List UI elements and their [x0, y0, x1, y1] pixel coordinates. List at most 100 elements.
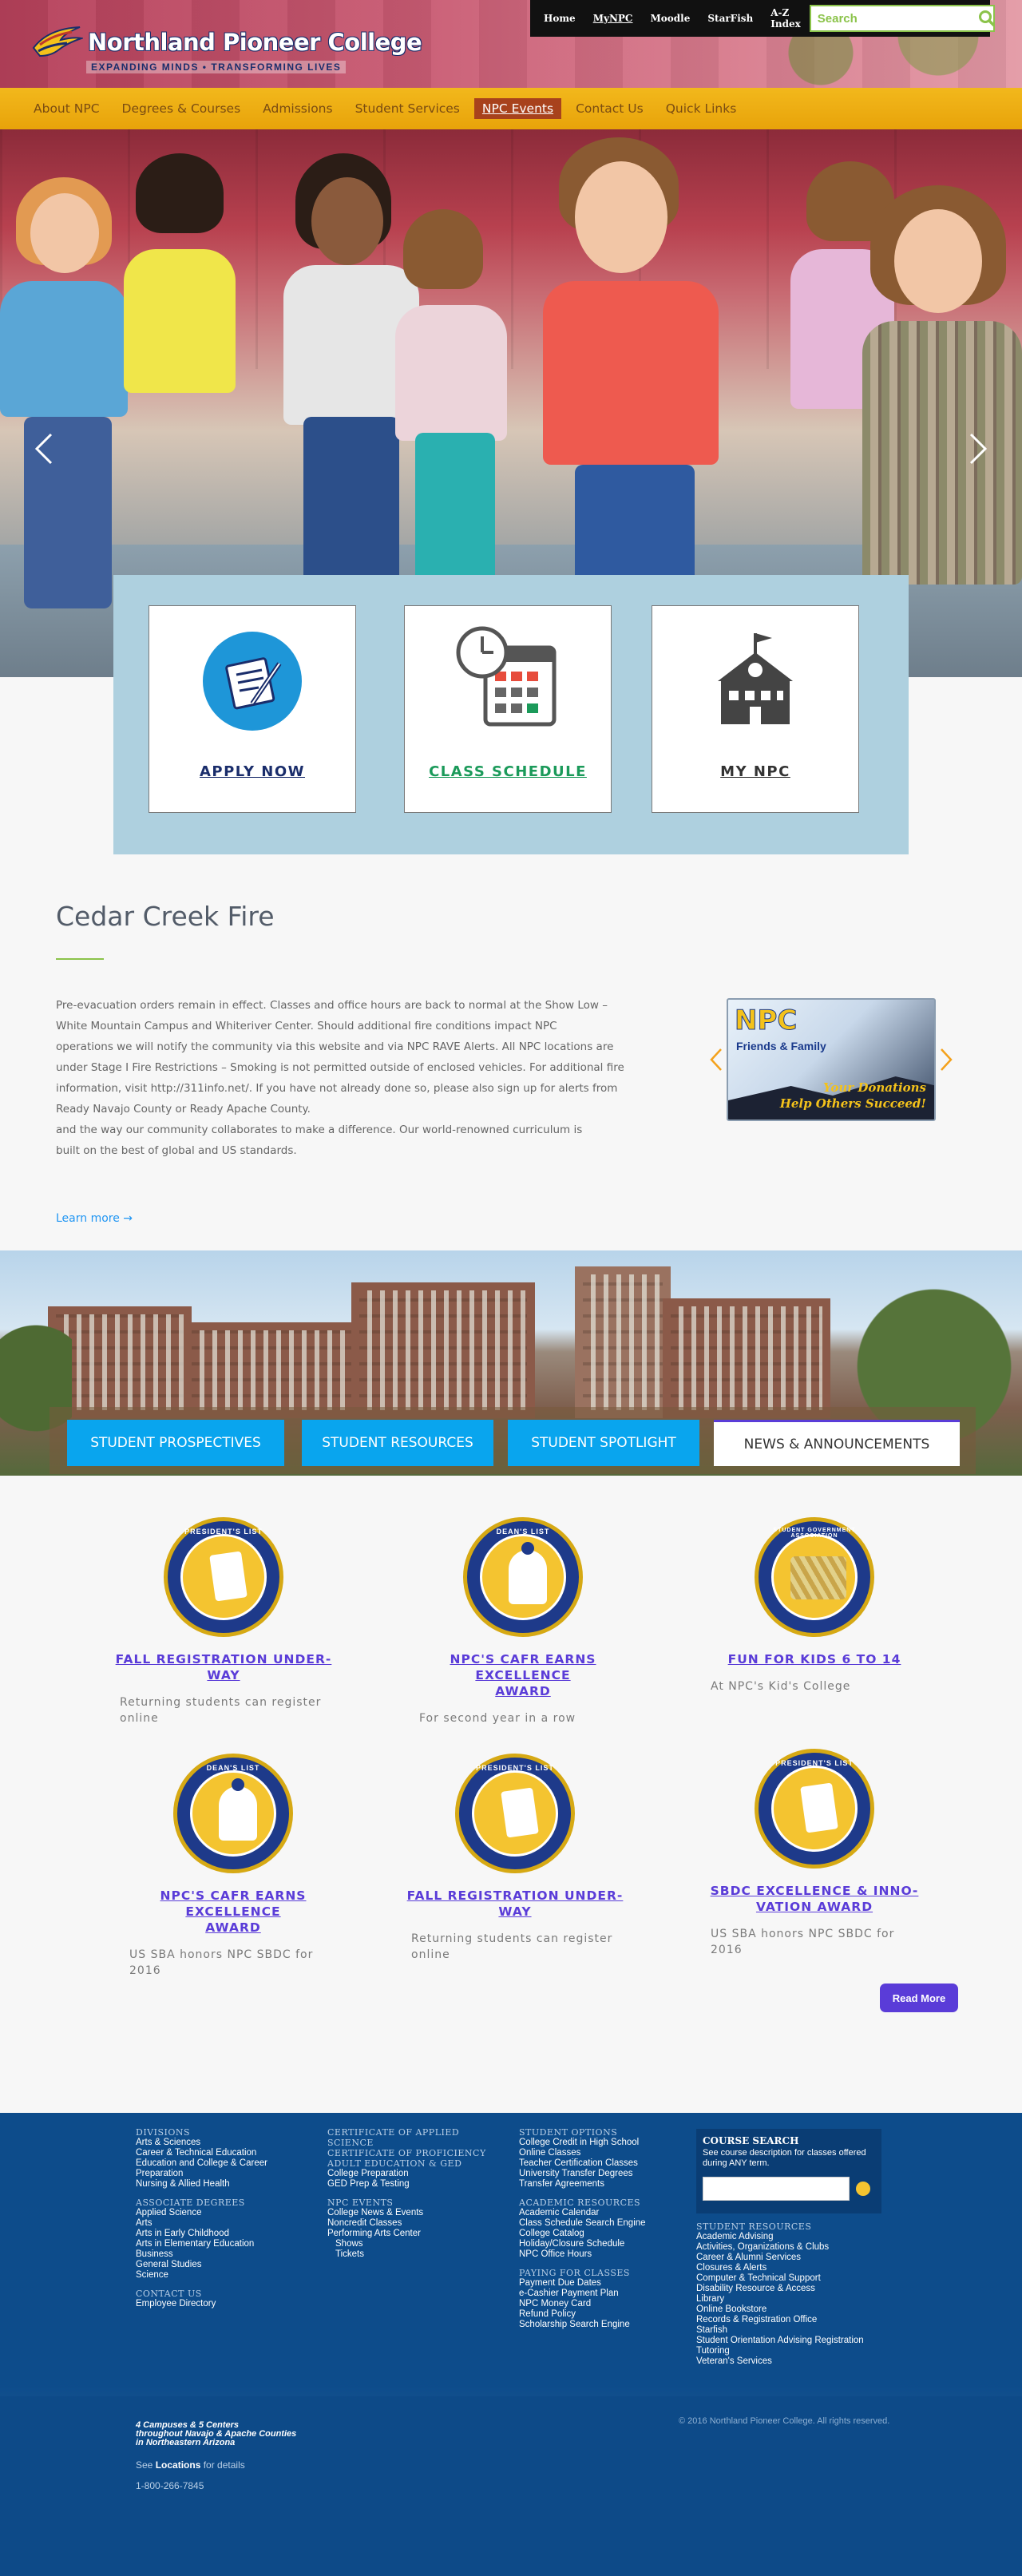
footer-link[interactable]: Class Schedule Search Engine: [519, 2218, 646, 2229]
news-item[interactable]: STUDENT GOVERNMENT ASSOCIATION FUN FOR K…: [703, 1517, 926, 1694]
class-schedule-card[interactable]: CLASS SCHEDULE: [404, 605, 612, 813]
footer-heading[interactable]: CONTACT US: [136, 2289, 267, 2299]
footer-heading[interactable]: CERTIFICATE OF APPLIED: [327, 2127, 486, 2138]
footer-link[interactable]: Veteran's Services: [696, 2356, 864, 2367]
apply-now-card[interactable]: APPLY NOW: [149, 605, 356, 813]
news-title[interactable]: NPC'S CAFR EARNS EXCELLENCE AWARD: [121, 1888, 345, 1936]
footer-heading[interactable]: ASSOCIATE DEGREES: [136, 2198, 267, 2208]
nav-about-npc[interactable]: About NPC: [26, 98, 108, 119]
footer-link[interactable]: College News & Events: [327, 2208, 486, 2218]
footer-link[interactable]: Arts in Early Childhood: [136, 2229, 267, 2239]
tab-student-spotlight[interactable]: STUDENT SPOTLIGHT: [508, 1420, 699, 1466]
nav-npc-events[interactable]: NPC Events: [473, 98, 562, 119]
read-more-button[interactable]: Read More: [880, 1984, 958, 2012]
my-npc-card[interactable]: MY NPC: [652, 605, 859, 813]
footer-link[interactable]: Arts & Sciences: [136, 2138, 267, 2148]
news-title[interactable]: FALL REGISTRATION UNDER- WAY: [403, 1888, 627, 1920]
footer-link[interactable]: Closures & Alerts: [696, 2263, 864, 2273]
footer-link[interactable]: Arts in Elementary Education: [136, 2239, 267, 2249]
footer-link[interactable]: Academic Advising: [696, 2232, 864, 2242]
footer-link[interactable]: Academic Calendar: [519, 2208, 646, 2218]
footer-link[interactable]: College Preparation: [327, 2169, 486, 2179]
footer-heading[interactable]: NPC EVENTS: [327, 2198, 486, 2208]
footer-link[interactable]: General Studies: [136, 2260, 267, 2270]
footer-link[interactable]: Scholarship Search Engine: [519, 2320, 646, 2330]
footer-link[interactable]: Teacher Certification Classes: [519, 2158, 646, 2169]
footer-link[interactable]: Holiday/Closure Schedule: [519, 2239, 646, 2249]
news-item[interactable]: DEAN'S LIST NPC'S CAFR EARNS EXCELLENCE …: [121, 1754, 345, 1979]
news-item[interactable]: PRESIDENT'S LIST SBDC EXCELLENCE & INNO-…: [703, 1749, 926, 1958]
footer-link[interactable]: Starfish: [696, 2325, 864, 2336]
top-link-starfish[interactable]: StarFish: [699, 13, 762, 24]
hero-prev-arrow-icon[interactable]: [32, 433, 56, 465]
footer-link[interactable]: Payment Due Dates: [519, 2278, 646, 2289]
nav-degrees-courses[interactable]: Degrees & Courses: [114, 98, 249, 119]
news-title[interactable]: FUN FOR KIDS 6 TO 14: [703, 1651, 926, 1667]
footer-link[interactable]: Science: [136, 2270, 267, 2281]
footer-heading[interactable]: DIVISIONS: [136, 2127, 267, 2138]
footer-link[interactable]: Tutoring: [696, 2346, 864, 2356]
college-logo[interactable]: Northland Pioneer College: [32, 24, 422, 61]
footer-link[interactable]: Computer & Technical Support: [696, 2273, 864, 2284]
footer-link[interactable]: Library: [696, 2294, 864, 2305]
footer-link[interactable]: Career & Alumni Services: [696, 2253, 864, 2263]
footer-link[interactable]: Noncredit Classes: [327, 2218, 486, 2229]
friends-family-promo[interactable]: NPC Friends & Family Your Donations Help…: [727, 998, 936, 1121]
footer-link[interactable]: Refund Policy: [519, 2309, 646, 2320]
footer-heading[interactable]: ADULT EDUCATION & GED: [327, 2158, 486, 2169]
top-link-home[interactable]: Home: [535, 13, 584, 24]
footer-link[interactable]: Tickets: [327, 2249, 486, 2260]
news-title[interactable]: NPC'S CAFR EARNS EXCELLENCE AWARD: [411, 1651, 635, 1699]
footer-link[interactable]: Online Bookstore: [696, 2305, 864, 2315]
footer-heading[interactable]: SCIENCE: [327, 2138, 486, 2148]
footer-link[interactable]: Career & Technical Education: [136, 2148, 267, 2158]
news-title[interactable]: SBDC EXCELLENCE & INNO- VATION AWARD: [703, 1883, 926, 1915]
news-item[interactable]: DEAN'S LIST NPC'S CAFR EARNS EXCELLENCE …: [411, 1517, 635, 1726]
top-link-mynpc[interactable]: MyNPC: [584, 13, 642, 24]
tab-student-resources[interactable]: STUDENT RESOURCES: [302, 1420, 493, 1466]
footer-link[interactable]: GED Prep & Testing: [327, 2179, 486, 2190]
footer-link[interactable]: Arts: [136, 2218, 267, 2229]
footer-link[interactable]: Applied Science: [136, 2208, 267, 2218]
footer-link[interactable]: Records & Registration Office: [696, 2315, 864, 2325]
learn-more-link[interactable]: Learn more →: [56, 1212, 133, 1225]
promo-prev-arrow-icon[interactable]: [709, 1048, 723, 1072]
footer-link[interactable]: Disability Resource & Access: [696, 2284, 864, 2294]
nav-student-services[interactable]: Student Services: [347, 98, 468, 119]
promo-next-arrow-icon[interactable]: [939, 1048, 953, 1072]
hero-next-arrow-icon[interactable]: [966, 433, 990, 465]
course-search-go-icon[interactable]: [856, 2182, 870, 2196]
footer-link[interactable]: e-Cashier Payment Plan: [519, 2289, 646, 2299]
footer-link[interactable]: Shows: [327, 2239, 486, 2249]
top-link-moodle[interactable]: Moodle: [642, 13, 699, 24]
tab-news-announcements[interactable]: NEWS & ANNOUNCEMENTS: [714, 1420, 960, 1466]
locations-link[interactable]: Locations: [156, 2459, 201, 2471]
footer-heading[interactable]: CERTIFICATE OF PROFICIENCY: [327, 2148, 486, 2158]
news-item[interactable]: PRESIDENT'S LIST FALL REGISTRATION UNDER…: [403, 1754, 627, 1963]
search-input[interactable]: [810, 6, 978, 30]
footer-link[interactable]: Preparation: [136, 2169, 267, 2179]
footer-link[interactable]: Activities, Organizations & Clubs: [696, 2242, 864, 2253]
footer-link[interactable]: Online Classes: [519, 2148, 646, 2158]
footer-heading[interactable]: STUDENT RESOURCES: [696, 2221, 864, 2232]
footer-heading[interactable]: STUDENT OPTIONS: [519, 2127, 646, 2138]
footer-link[interactable]: NPC Office Hours: [519, 2249, 646, 2260]
footer-link[interactable]: Education and College & Career: [136, 2158, 267, 2169]
top-link-a-z-index[interactable]: A-Z Index: [762, 7, 810, 30]
footer-link[interactable]: College Catalog: [519, 2229, 646, 2239]
search-icon[interactable]: [978, 6, 996, 30]
footer-link[interactable]: Performing Arts Center: [327, 2229, 486, 2239]
footer-heading[interactable]: ACADEMIC RESOURCES: [519, 2198, 646, 2208]
nav-admissions[interactable]: Admissions: [255, 98, 340, 119]
course-search-input[interactable]: [703, 2177, 850, 2201]
footer-link[interactable]: College Credit in High School: [519, 2138, 646, 2148]
footer-link[interactable]: NPC Money Card: [519, 2299, 646, 2309]
footer-link[interactable]: University Transfer Degrees: [519, 2169, 646, 2179]
footer-link[interactable]: Student Orientation Advising Registratio…: [696, 2336, 864, 2346]
news-title[interactable]: FALL REGISTRATION UNDER- WAY: [112, 1651, 335, 1683]
footer-link[interactable]: Business: [136, 2249, 267, 2260]
footer-link[interactable]: Employee Directory: [136, 2299, 267, 2309]
nav-contact-us[interactable]: Contact Us: [568, 98, 652, 119]
footer-heading[interactable]: PAYING FOR CLASSES: [519, 2268, 646, 2278]
footer-link[interactable]: Transfer Agreements: [519, 2179, 646, 2190]
